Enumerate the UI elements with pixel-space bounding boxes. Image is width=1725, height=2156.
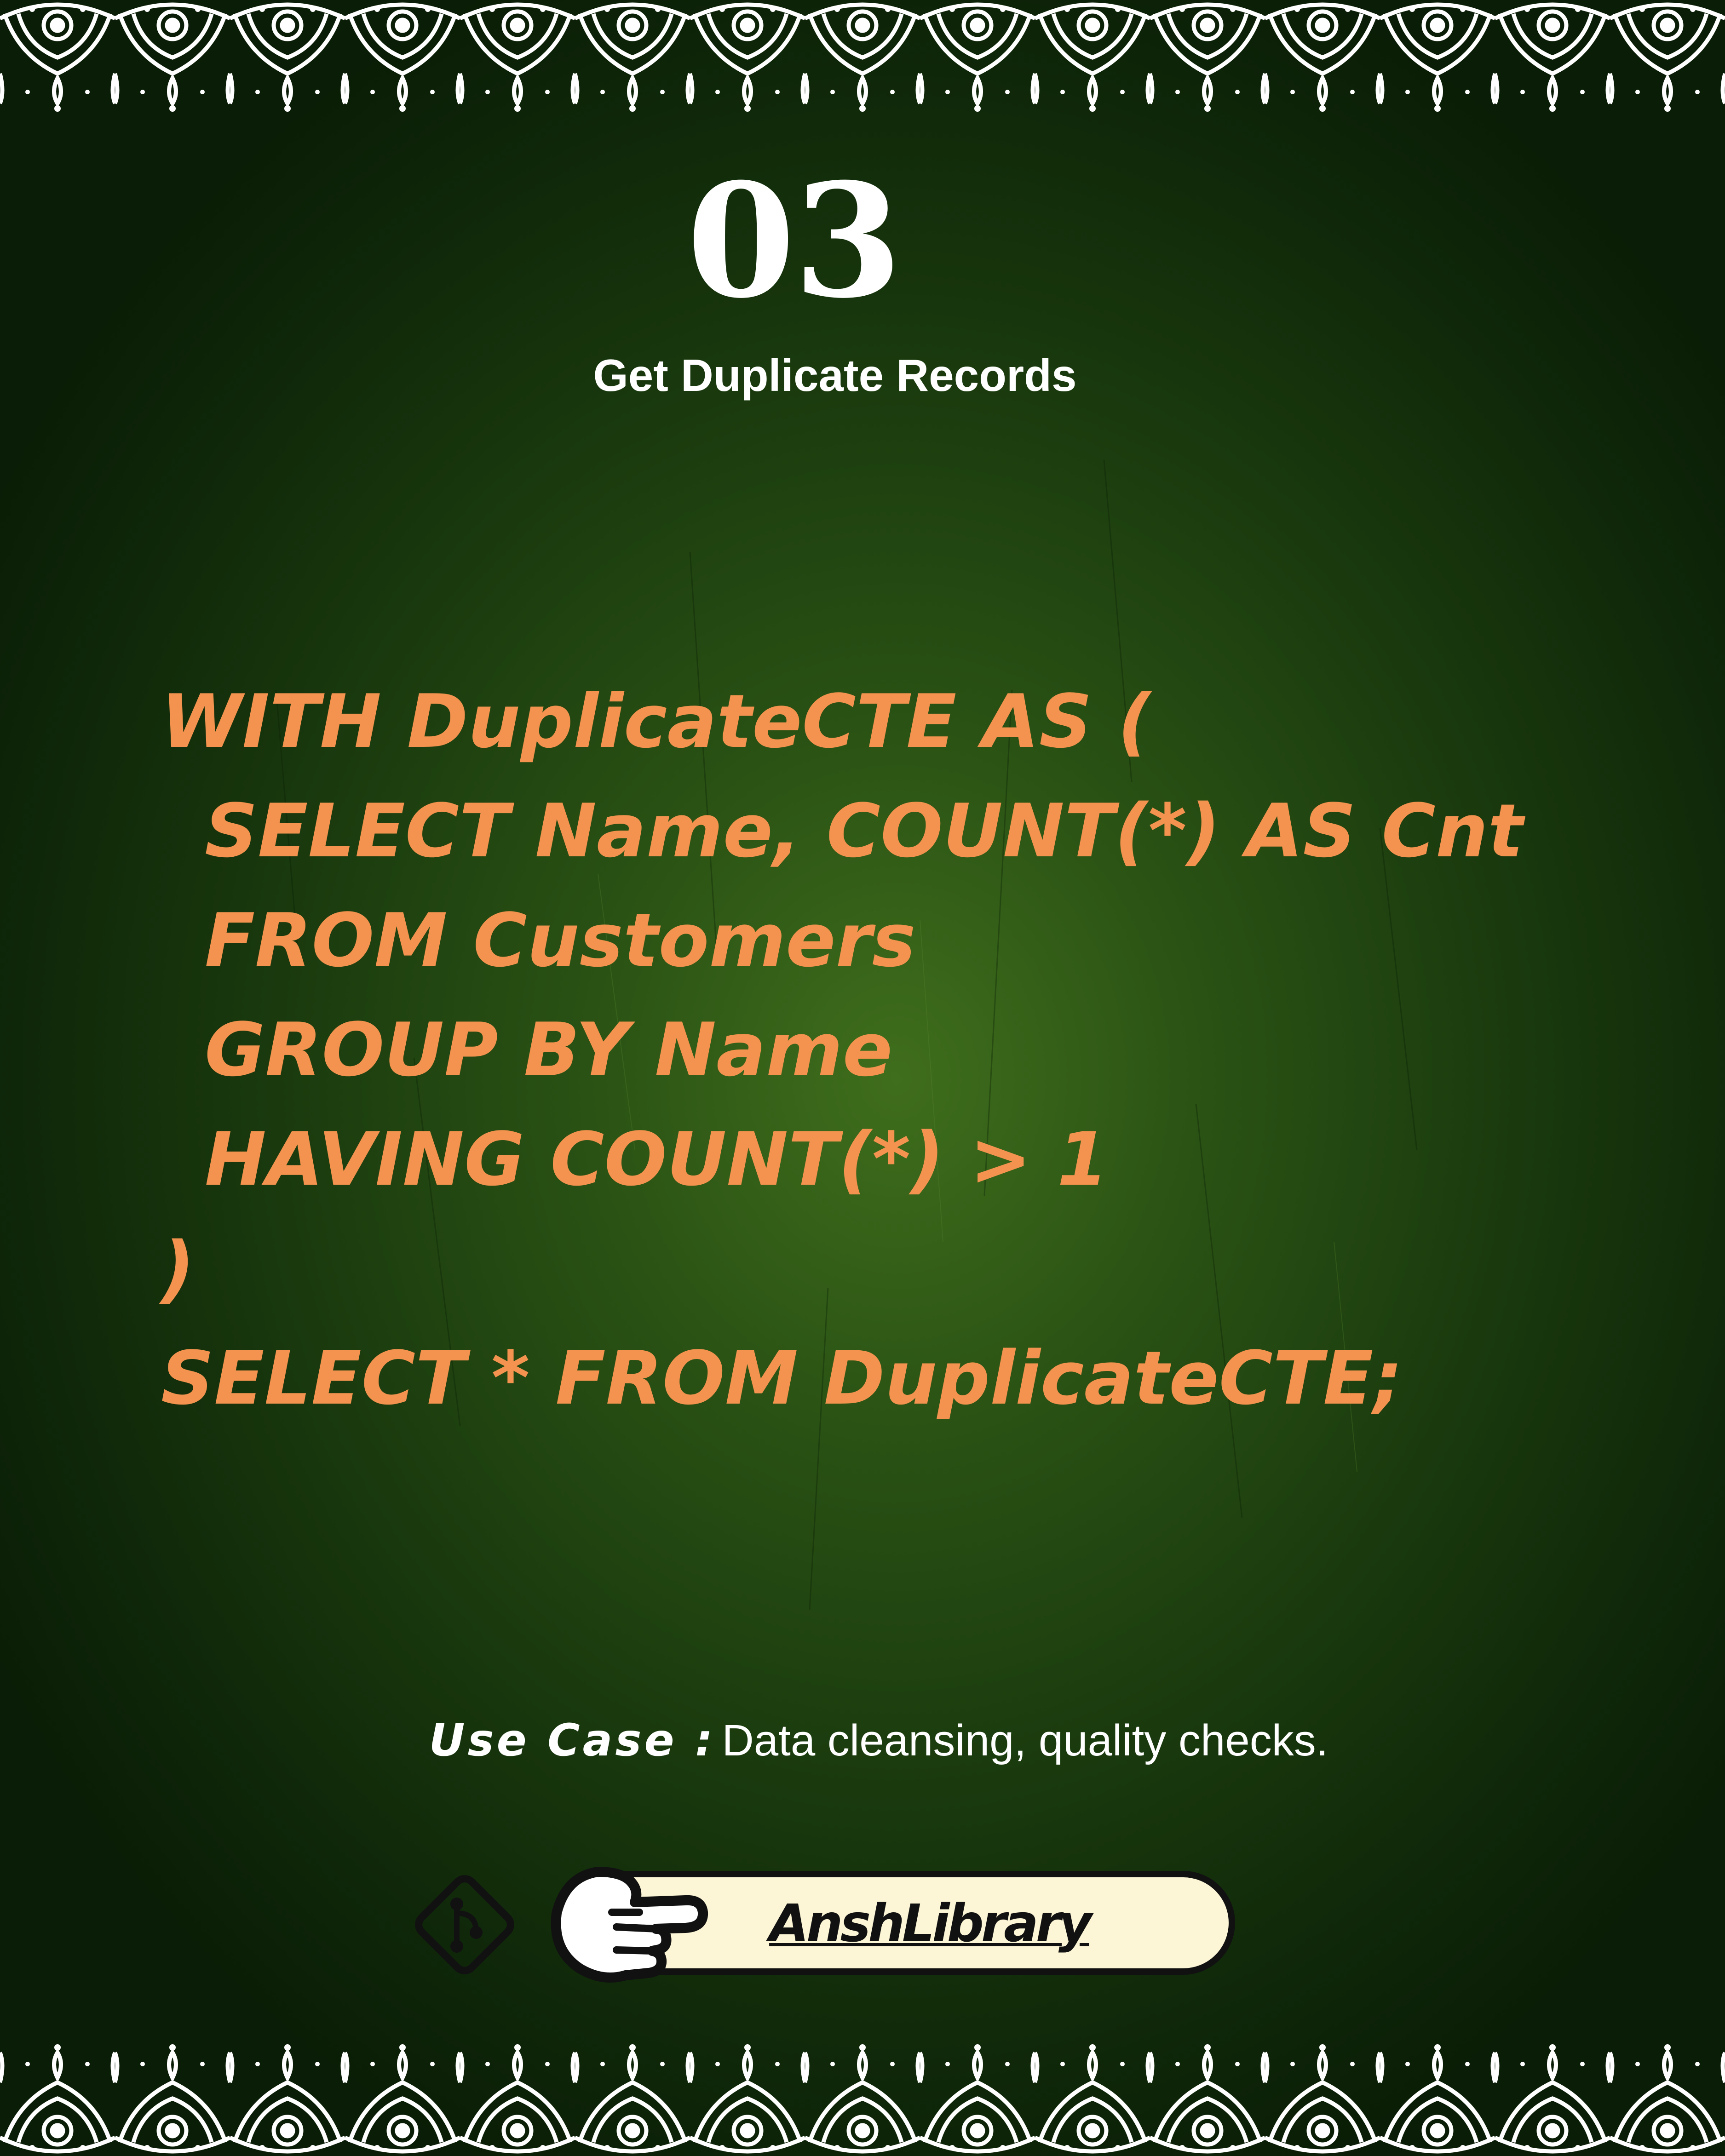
- bottom-ornament-border: [0, 2041, 1725, 2156]
- use-case-line: Use Case : Data cleansing, quality checks…: [0, 1714, 1725, 1766]
- code-line: GROUP BY Name: [205, 1007, 893, 1093]
- slide-number: 03: [686, 149, 902, 333]
- code-line: WITH DuplicateCTE AS (: [161, 678, 1151, 764]
- code-line: SELECT Name, COUNT(*) AS Cnt: [205, 788, 1524, 874]
- slide-title: Get Duplicate Records: [593, 350, 1077, 401]
- code-line: FROM Customers: [205, 897, 916, 983]
- pointing-hand-icon: [551, 1867, 708, 1983]
- brand-label[interactable]: AnshLibrary: [745, 1889, 1113, 1958]
- code-line: HAVING COUNT(*) > 1: [205, 1116, 1109, 1202]
- code-line: SELECT * FROM DuplicateCTE;: [161, 1335, 1403, 1421]
- use-case-label: Use Case :: [429, 1714, 716, 1766]
- top-ornament-border: [0, 0, 1725, 115]
- code-line: ): [161, 1226, 195, 1312]
- git-diamond-icon[interactable]: [407, 1867, 522, 1982]
- sql-code-block: WITH DuplicateCTE AS ( SELECT Name, COUN…: [161, 667, 1587, 1433]
- use-case-text: Data cleansing, quality checks.: [722, 1716, 1328, 1765]
